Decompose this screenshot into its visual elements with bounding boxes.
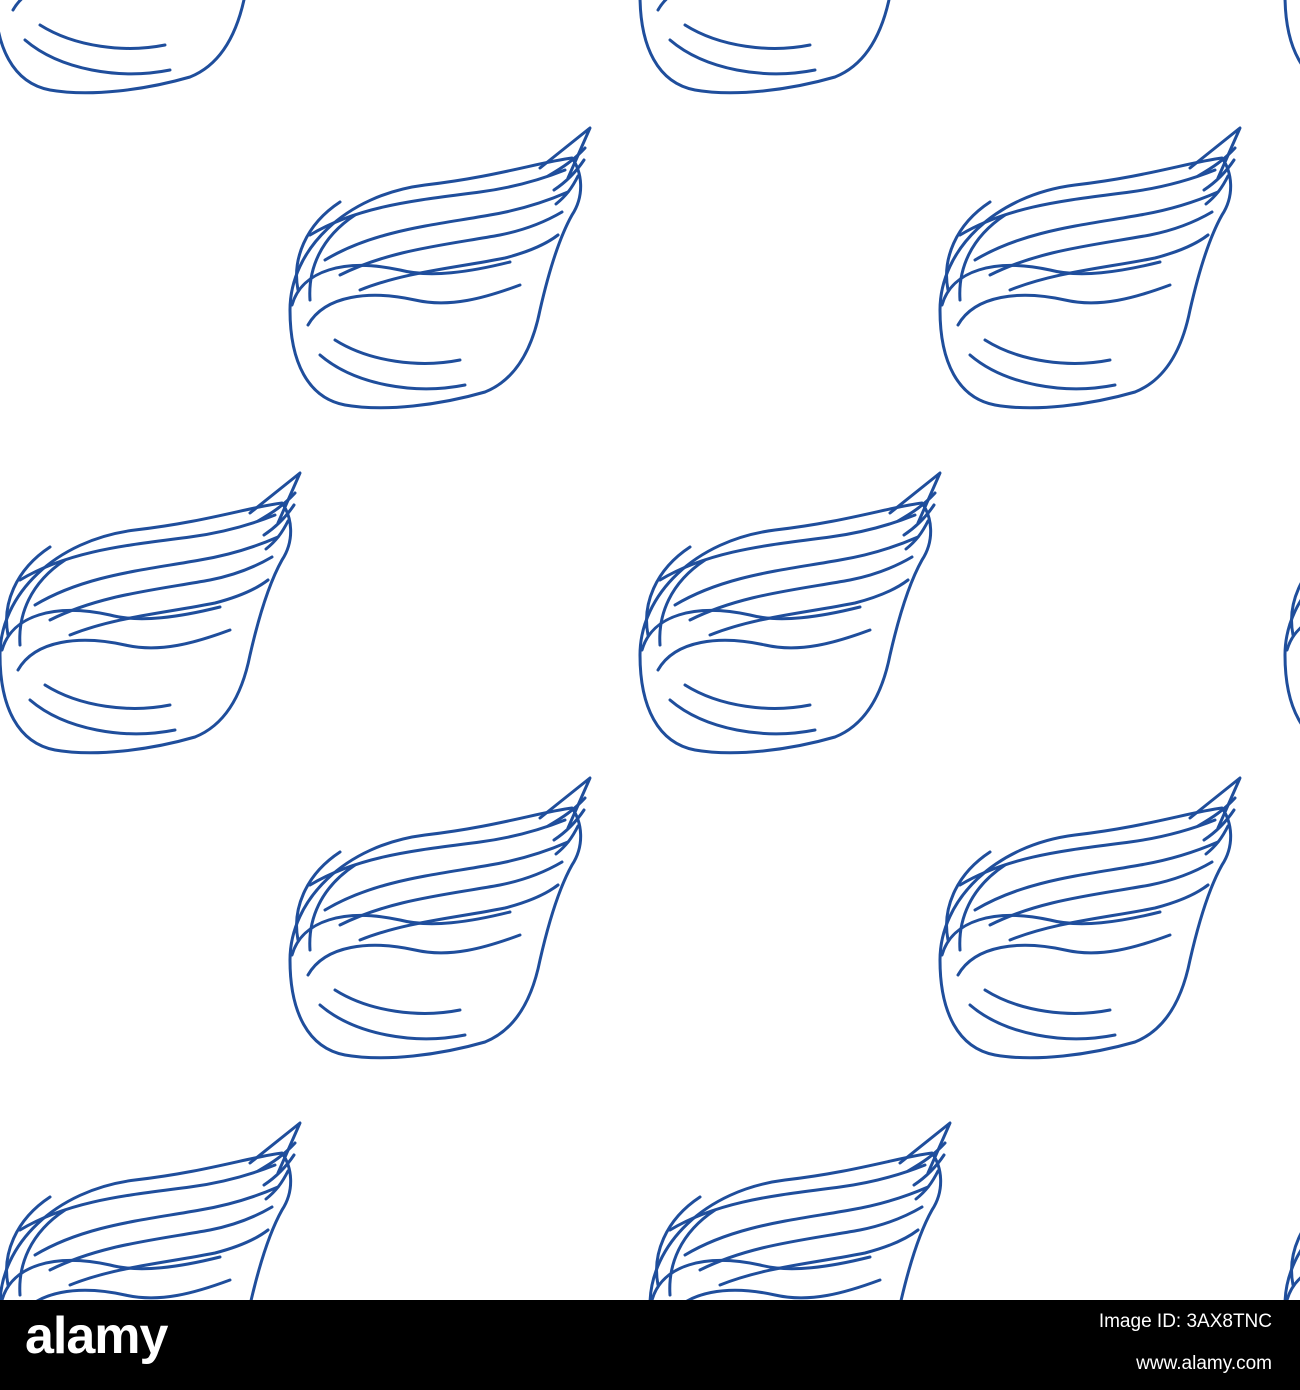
seashell-icon bbox=[638, 471, 942, 755]
seashell-icon bbox=[1283, 0, 1300, 95]
seashell-icon bbox=[288, 126, 592, 410]
seashell-icon bbox=[648, 1121, 952, 1300]
image-id-text: Image ID: 3AX8TNC bbox=[1098, 1311, 1272, 1332]
seashell-pattern bbox=[0, 0, 1300, 1300]
seashell-icon bbox=[0, 1121, 302, 1300]
alamy-logo: alamy bbox=[25, 1307, 168, 1365]
stock-url-text: www.alamy.com bbox=[1136, 1353, 1272, 1374]
seashell-icon bbox=[0, 471, 302, 755]
seashell-pattern-canvas bbox=[0, 0, 1300, 1300]
seashell-icon bbox=[938, 776, 1242, 1060]
seashell-icon bbox=[1283, 471, 1300, 755]
seashell-icon bbox=[1283, 1121, 1300, 1300]
seashell-icon bbox=[0, 0, 297, 95]
seashell-icon bbox=[638, 0, 942, 95]
seashell-icon bbox=[288, 776, 592, 1060]
seashell-icon bbox=[938, 126, 1242, 410]
